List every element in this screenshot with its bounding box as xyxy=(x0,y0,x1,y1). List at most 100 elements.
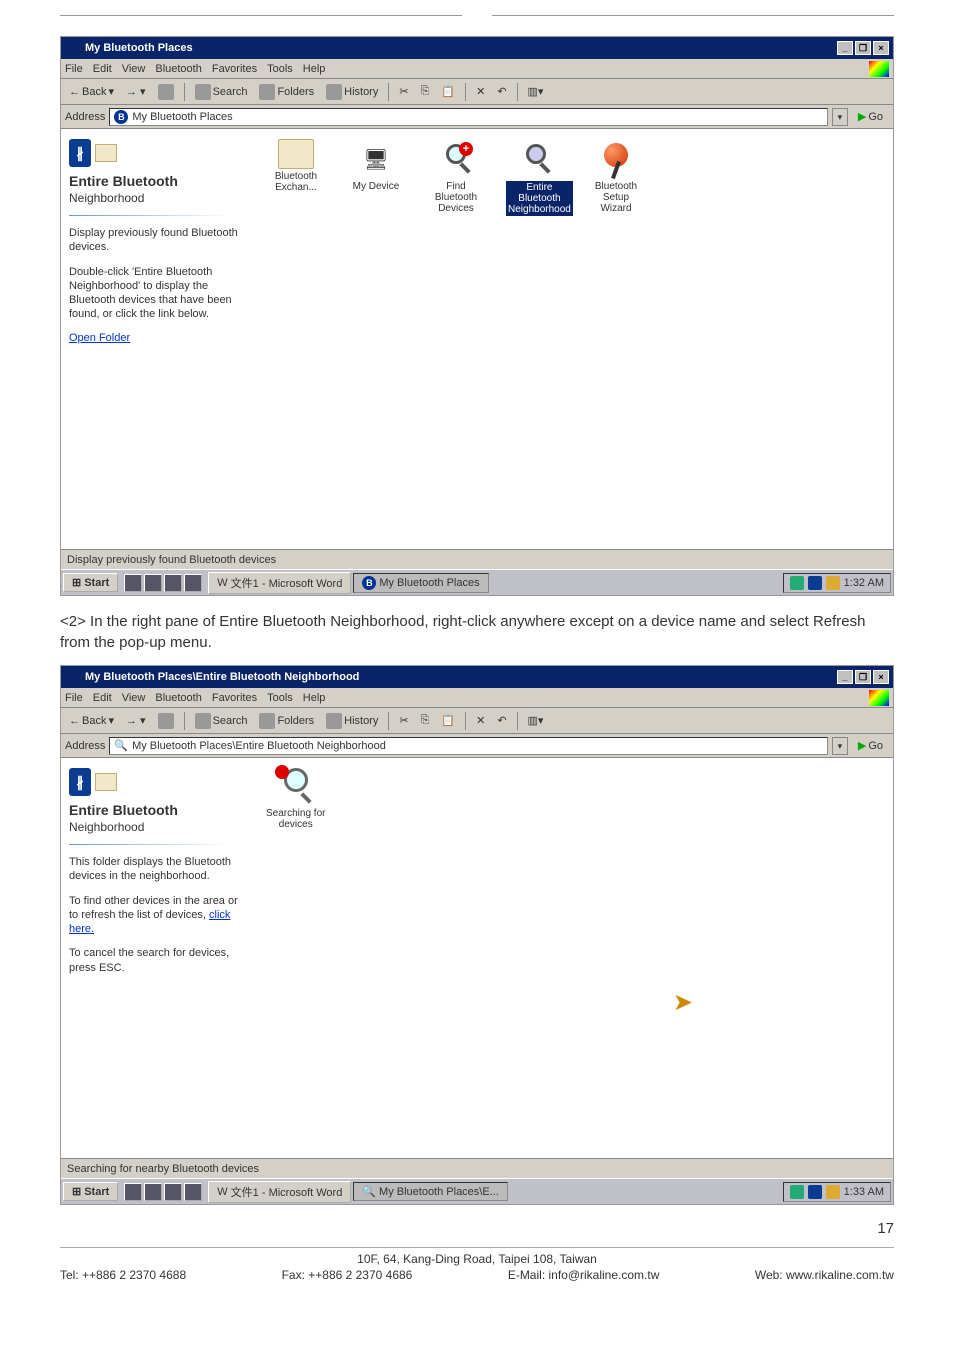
undo-button[interactable]: ↶ xyxy=(493,83,510,100)
instruction-text: <2> In the right pane of Entire Bluetoot… xyxy=(60,611,894,653)
history-button[interactable]: History xyxy=(322,82,382,102)
start-button[interactable]: ⊞ Start xyxy=(63,573,118,592)
item-my-device[interactable]: 🖥 My Device xyxy=(346,139,406,192)
close-button[interactable]: × xyxy=(873,670,889,684)
item-bluetooth-setup-wizard[interactable]: BluetoothSetup Wizard xyxy=(586,139,646,214)
footer-tel: Tel: ++886 2 2370 4688 xyxy=(60,1268,186,1282)
searching-indicator: Searching fordevices xyxy=(266,768,325,830)
tray-icon[interactable] xyxy=(790,576,804,590)
menu-file[interactable]: File xyxy=(65,63,83,75)
device-icon: 🖥 xyxy=(356,139,396,179)
ql-icon[interactable] xyxy=(144,1183,162,1201)
ql-icon[interactable] xyxy=(144,574,162,592)
up-button[interactable] xyxy=(154,82,178,102)
open-folder-link[interactable]: Open Folder xyxy=(69,332,248,344)
footer-contacts: Tel: ++886 2 2370 4688 Fax: ++886 2 2370… xyxy=(60,1268,894,1282)
undo-button[interactable]: ↶ xyxy=(493,712,510,729)
minimize-button[interactable]: _ xyxy=(837,670,853,684)
cut-button[interactable]: ✂ xyxy=(395,83,412,100)
menu-view[interactable]: View xyxy=(122,63,146,75)
paste-button[interactable]: 📋 xyxy=(437,712,459,729)
menu-favorites[interactable]: Favorites xyxy=(212,692,257,704)
tray-icon[interactable] xyxy=(826,576,840,590)
menu-view[interactable]: View xyxy=(122,692,146,704)
menu-bluetooth[interactable]: Bluetooth xyxy=(155,692,201,704)
item-label: My Device xyxy=(346,181,406,192)
ql-icon[interactable] xyxy=(184,574,202,592)
address-dropdown[interactable]: ▾ xyxy=(832,108,848,126)
app-icon xyxy=(65,669,81,685)
right-content-pane[interactable]: Bluetooth Exchan... 🖥 My Device + Find B… xyxy=(256,129,893,549)
ql-icon[interactable] xyxy=(184,1183,202,1201)
menu-edit[interactable]: Edit xyxy=(93,63,112,75)
minimize-button[interactable]: _ xyxy=(837,41,853,55)
copy-button[interactable]: ⎘ xyxy=(417,712,434,729)
ql-icon[interactable] xyxy=(124,574,142,592)
maximize-button[interactable]: ❐ xyxy=(855,41,871,55)
address-bar: Address 🔍 My Bluetooth Places\Entire Blu… xyxy=(61,734,893,758)
folder-icon xyxy=(95,773,117,791)
item-bluetooth-exchange[interactable]: Bluetooth Exchan... xyxy=(266,139,326,193)
right-content-pane[interactable]: Searching fordevices ➤ xyxy=(256,758,893,1158)
item-entire-bluetooth-neighborhood[interactable]: Entire Bluetooth Neighborhood xyxy=(506,139,566,216)
menu-help[interactable]: Help xyxy=(303,63,326,75)
paste-button[interactable]: 📋 xyxy=(437,83,459,100)
search-button[interactable]: Search xyxy=(191,711,252,731)
tray-icon[interactable] xyxy=(826,1185,840,1199)
menu-tools[interactable]: Tools xyxy=(267,692,293,704)
system-tray: 1:32 AM xyxy=(783,573,891,593)
back-button[interactable]: ← Back ▾ xyxy=(65,83,118,100)
item-find-bluetooth-devices[interactable]: + Find Bluetooth Devices xyxy=(426,139,486,214)
copy-button[interactable]: ⎘ xyxy=(417,83,434,100)
task-bluetooth-places[interactable]: BMy Bluetooth Places xyxy=(353,573,488,593)
task-word[interactable]: W文件1 - Microsoft Word xyxy=(208,1181,351,1203)
cut-button[interactable]: ✂ xyxy=(395,712,412,729)
address-input[interactable]: B My Bluetooth Places xyxy=(109,108,827,126)
menu-favorites[interactable]: Favorites xyxy=(212,63,257,75)
pane-description-3: To cancel the search for devices, press … xyxy=(69,946,248,975)
status-text: Display previously found Bluetooth devic… xyxy=(67,554,276,566)
tray-icon[interactable] xyxy=(808,576,822,590)
titlebar: My Bluetooth Places _ ❐ × xyxy=(61,37,893,59)
forward-button[interactable]: → ▾ xyxy=(122,712,150,729)
delete-button[interactable]: ✕ xyxy=(472,83,489,100)
pane-subtitle: Neighborhood xyxy=(69,191,248,205)
folders-button[interactable]: Folders xyxy=(255,82,318,102)
views-button[interactable]: ▥▾ xyxy=(524,712,548,729)
pane-description-2: Double-click 'Entire Bluetooth Neighborh… xyxy=(69,265,248,322)
menu-edit[interactable]: Edit xyxy=(93,692,112,704)
menu-bluetooth[interactable]: Bluetooth xyxy=(155,63,201,75)
address-input[interactable]: 🔍 My Bluetooth Places\Entire Bluetooth N… xyxy=(109,737,827,755)
menu-file[interactable]: File xyxy=(65,692,83,704)
task-bluetooth-places[interactable]: 🔍My Bluetooth Places\E... xyxy=(353,1182,508,1201)
forward-button[interactable]: → ▾ xyxy=(122,83,150,100)
tray-icon[interactable] xyxy=(790,1185,804,1199)
ql-icon[interactable] xyxy=(164,574,182,592)
menu-help[interactable]: Help xyxy=(303,692,326,704)
menubar: File Edit View Bluetooth Favorites Tools… xyxy=(61,688,893,708)
delete-button[interactable]: ✕ xyxy=(472,712,489,729)
search-icon: 🔍 xyxy=(362,1185,376,1198)
history-button[interactable]: History xyxy=(322,711,382,731)
folders-button[interactable]: Folders xyxy=(255,711,318,731)
task-word[interactable]: W文件1 - Microsoft Word xyxy=(208,572,351,594)
start-button[interactable]: ⊞ Start xyxy=(63,1182,118,1201)
maximize-button[interactable]: ❐ xyxy=(855,670,871,684)
window-entire-bluetooth-neighborhood: My Bluetooth Places\Entire Bluetooth Nei… xyxy=(60,665,894,1205)
back-button[interactable]: ← Back ▾ xyxy=(65,712,118,729)
views-button[interactable]: ▥▾ xyxy=(524,83,548,100)
toolbar: ← Back ▾ → ▾ Search Folders History ✂ ⎘ … xyxy=(61,708,893,734)
go-button[interactable]: ▶Go xyxy=(852,110,889,123)
menu-tools[interactable]: Tools xyxy=(267,63,293,75)
search-button[interactable]: Search xyxy=(191,82,252,102)
up-button[interactable] xyxy=(154,711,178,731)
go-button[interactable]: ▶Go xyxy=(852,739,889,752)
tray-icon[interactable] xyxy=(808,1185,822,1199)
wizard-icon xyxy=(596,139,636,179)
word-icon: W xyxy=(217,577,227,589)
ql-icon[interactable] xyxy=(124,1183,142,1201)
address-dropdown[interactable]: ▾ xyxy=(832,737,848,755)
close-button[interactable]: × xyxy=(873,41,889,55)
ql-icon[interactable] xyxy=(164,1183,182,1201)
address-value: My Bluetooth Places\Entire Bluetooth Nei… xyxy=(132,740,386,752)
